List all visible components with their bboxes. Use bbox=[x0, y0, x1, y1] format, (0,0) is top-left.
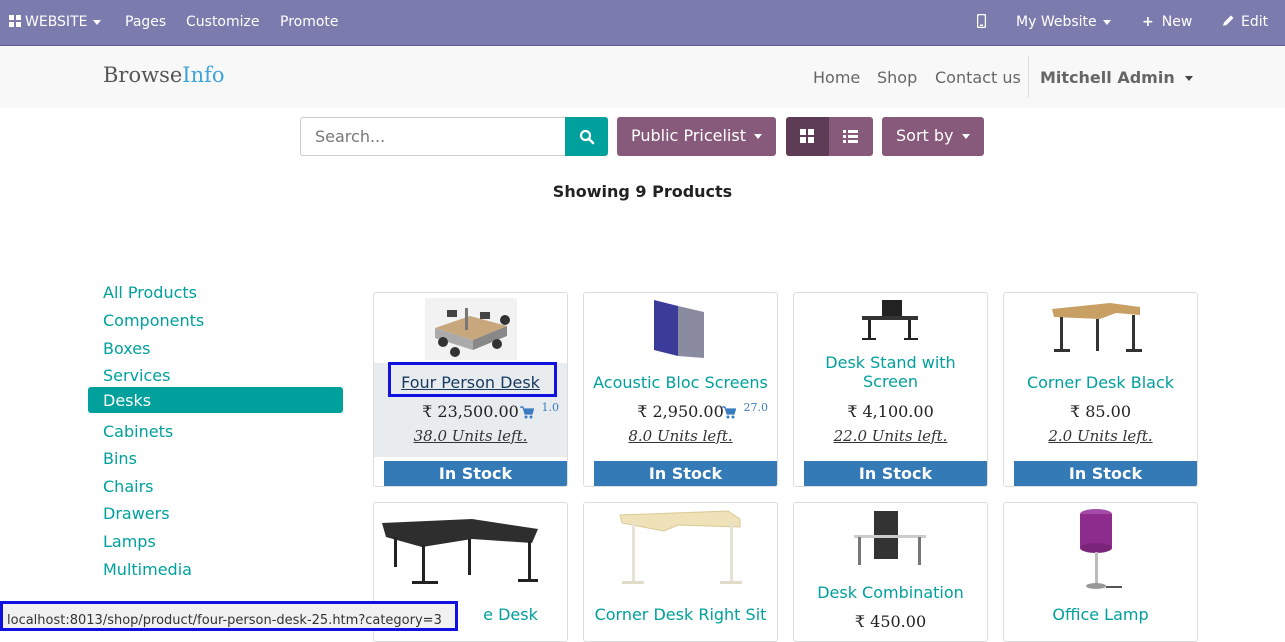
product-price: ₹ 450.00 bbox=[854, 612, 927, 631]
category-lamps[interactable]: Lamps bbox=[88, 528, 343, 554]
pricelist-label: Public Pricelist bbox=[631, 126, 746, 145]
category-cabinets[interactable]: Cabinets bbox=[88, 418, 343, 444]
promote-menu[interactable]: Promote bbox=[280, 14, 339, 30]
cart-quantity: 27.0 bbox=[743, 401, 769, 414]
grid-icon bbox=[9, 15, 21, 27]
search-button[interactable] bbox=[565, 117, 608, 156]
list-view-icon bbox=[843, 130, 858, 143]
cart-indicator[interactable]: 1.0 bbox=[520, 401, 559, 419]
new-button[interactable]: + New bbox=[1142, 14, 1192, 30]
category-drawers[interactable]: Drawers bbox=[88, 500, 343, 526]
nav-shop[interactable]: Shop bbox=[877, 68, 917, 87]
my-website-menu[interactable]: My Website bbox=[1016, 14, 1111, 30]
user-name: Mitchell Admin bbox=[1040, 68, 1175, 87]
site-header: BrowseInfo Home Shop Contact us Mitchell… bbox=[0, 46, 1285, 108]
product-card[interactable]: Corner Desk Black ₹ 85.00 2.0 Units left… bbox=[1003, 292, 1198, 487]
nav-divider bbox=[1028, 56, 1029, 98]
chevron-down-icon bbox=[1184, 76, 1193, 81]
product-image bbox=[654, 300, 704, 358]
status-bar-url: localhost:8013/shop/product/four-person-… bbox=[0, 601, 458, 631]
product-price: ₹ 85.00 bbox=[1069, 402, 1132, 421]
product-name[interactable]: Desk Combination bbox=[794, 583, 987, 602]
stock-status: In Stock bbox=[594, 461, 777, 486]
view-toggle bbox=[786, 117, 873, 156]
customize-menu[interactable]: Customize bbox=[186, 14, 260, 30]
edit-label: Edit bbox=[1241, 14, 1269, 30]
category-components[interactable]: Components bbox=[88, 307, 343, 333]
mobile-icon bbox=[976, 13, 987, 29]
product-name[interactable]: Acoustic Bloc Screens bbox=[584, 373, 777, 392]
grid-view-button[interactable] bbox=[786, 117, 829, 156]
product-image bbox=[1052, 303, 1142, 352]
search-input[interactable]: Search... bbox=[300, 117, 566, 156]
product-image bbox=[1080, 509, 1122, 589]
chevron-down-icon bbox=[93, 19, 102, 25]
website-menu-label: WEBSITE bbox=[25, 14, 88, 30]
logo-text-part1: Browse bbox=[103, 63, 183, 87]
units-left: 38.0 Units left. bbox=[413, 427, 528, 445]
sort-label: Sort by bbox=[896, 126, 954, 145]
chevron-down-icon bbox=[1102, 19, 1111, 25]
product-card[interactable]: Office Lamp bbox=[1003, 502, 1198, 642]
product-image bbox=[425, 298, 517, 360]
stock-status: In Stock bbox=[384, 461, 567, 486]
product-name[interactable]: Corner Desk Black bbox=[1004, 373, 1197, 392]
category-desks[interactable]: Desks bbox=[88, 387, 343, 413]
site-logo[interactable]: BrowseInfo bbox=[103, 63, 225, 87]
product-image bbox=[382, 519, 538, 584]
category-multimedia[interactable]: Multimedia bbox=[88, 556, 343, 582]
edit-button[interactable]: Edit bbox=[1222, 14, 1268, 30]
mobile-preview-button[interactable] bbox=[976, 13, 987, 32]
logo-text-part2: Info bbox=[182, 63, 225, 87]
sort-dropdown[interactable]: Sort by bbox=[882, 117, 984, 156]
product-image bbox=[854, 511, 926, 565]
product-card[interactable]: Desk Stand with Screen ₹ 4,100.00 22.0 Un… bbox=[793, 292, 988, 487]
pages-menu[interactable]: Pages bbox=[125, 14, 166, 30]
product-name[interactable]: Office Lamp bbox=[1004, 605, 1197, 624]
pricelist-dropdown[interactable]: Public Pricelist bbox=[617, 117, 776, 156]
list-view-button[interactable] bbox=[829, 117, 873, 156]
stock-status: In Stock bbox=[1014, 461, 1197, 486]
category-all-products[interactable]: All Products bbox=[88, 279, 343, 305]
selected-element-highlight bbox=[388, 362, 557, 397]
product-name-line1: Desk Stand with bbox=[825, 353, 956, 372]
chevron-down-icon bbox=[961, 134, 970, 139]
product-price: ₹ 4,100.00 bbox=[847, 402, 934, 421]
admin-topbar: WEBSITE Pages Customize Promote My Websi… bbox=[0, 0, 1285, 46]
product-card[interactable]: Acoustic Bloc Screens ₹ 2,950.00 27.0 8.… bbox=[583, 292, 778, 487]
plus-icon: + bbox=[1142, 14, 1154, 30]
cart-icon bbox=[722, 406, 737, 419]
product-card[interactable]: Corner Desk Right Sit bbox=[583, 502, 778, 642]
grid-view-icon bbox=[800, 129, 814, 143]
product-image bbox=[619, 510, 742, 584]
products-count: Showing 9 Products bbox=[552, 182, 733, 201]
category-chairs[interactable]: Chairs bbox=[88, 473, 343, 499]
cart-icon bbox=[520, 406, 535, 419]
new-label: New bbox=[1161, 14, 1193, 30]
website-menu[interactable]: WEBSITE bbox=[9, 14, 102, 30]
search-icon bbox=[579, 129, 595, 145]
my-website-label: My Website bbox=[1016, 14, 1097, 30]
product-name[interactable]: Corner Desk Right Sit bbox=[584, 605, 777, 624]
category-bins[interactable]: Bins bbox=[88, 445, 343, 471]
chevron-down-icon bbox=[753, 134, 762, 139]
nav-contact-us[interactable]: Contact us bbox=[935, 68, 1021, 87]
units-left: 2.0 Units left. bbox=[1048, 427, 1153, 445]
pencil-icon bbox=[1223, 15, 1234, 26]
units-left: 8.0 Units left. bbox=[628, 427, 733, 445]
nav-home[interactable]: Home bbox=[813, 68, 860, 87]
product-card[interactable]: Desk Combination ₹ 450.00 bbox=[793, 502, 988, 642]
category-boxes[interactable]: Boxes bbox=[88, 335, 343, 361]
product-name-line2: Screen bbox=[862, 372, 918, 391]
category-services[interactable]: Services bbox=[88, 362, 343, 388]
units-left: 22.0 Units left. bbox=[833, 427, 948, 445]
cart-indicator[interactable]: 27.0 bbox=[722, 401, 768, 419]
product-image bbox=[862, 300, 918, 340]
product-name[interactable]: Desk Stand with Screen bbox=[794, 353, 987, 391]
stock-status: In Stock bbox=[804, 461, 987, 486]
cart-quantity: 1.0 bbox=[541, 401, 560, 414]
user-menu[interactable]: Mitchell Admin bbox=[1040, 68, 1193, 87]
